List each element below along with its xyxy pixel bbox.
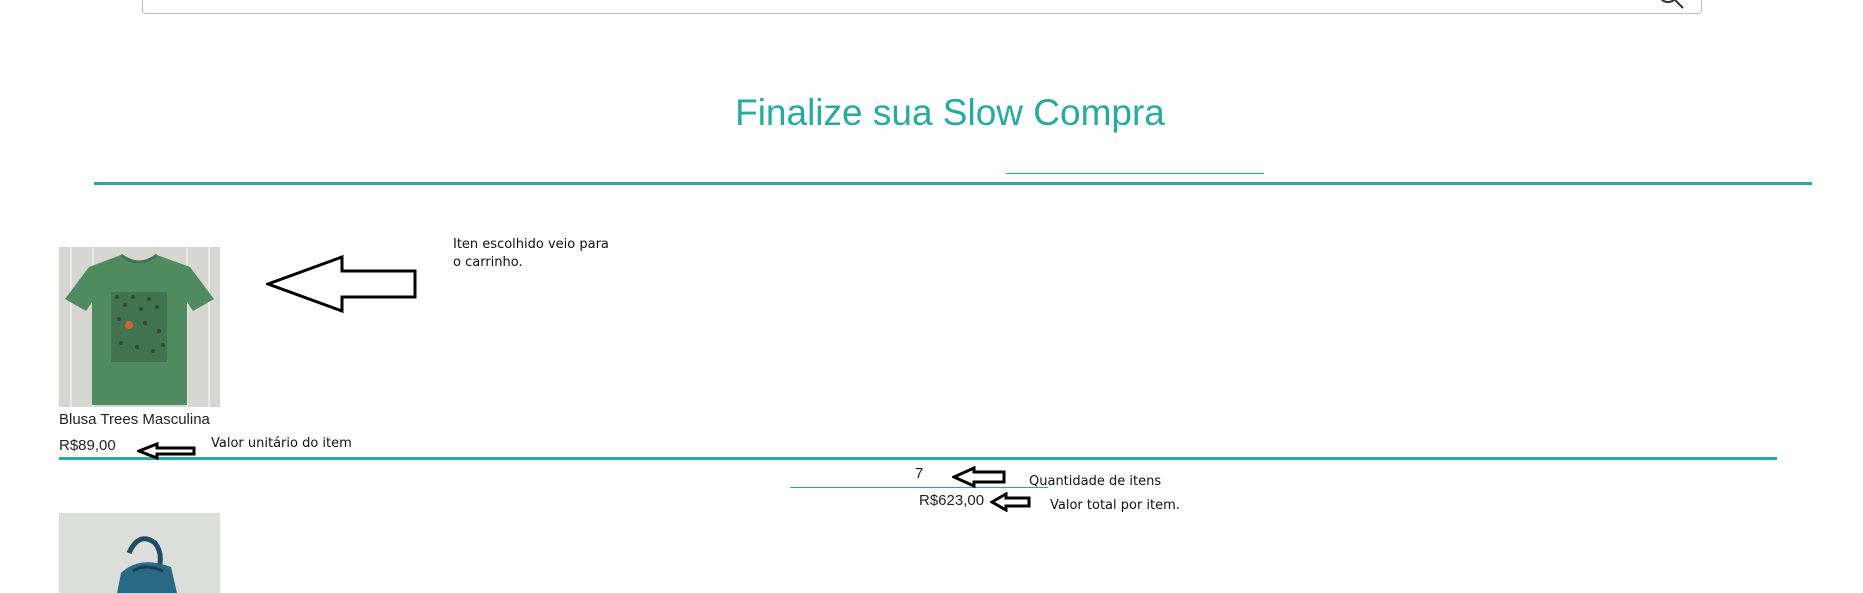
green-tshirt-image [59, 247, 220, 407]
line-total: R$623,00 [919, 492, 985, 509]
section-divider [94, 182, 1812, 185]
title-underline [1006, 173, 1264, 174]
product-image[interactable] [59, 247, 220, 407]
product-image[interactable] [59, 513, 220, 593]
quantity-annotation: Quantidade de itens [1029, 474, 1162, 489]
quantity-value[interactable]: 7 [915, 465, 923, 482]
unit-price-annotation: Valor unitário do item [211, 436, 352, 451]
left-arrow-icon [137, 442, 197, 460]
left-arrow-icon [952, 466, 1007, 488]
page-title: Finalize sua Slow Compra [735, 92, 1165, 133]
blue-bag-image [59, 513, 220, 593]
cart-annotation: Iten escolhido veio para o carrinho. [453, 237, 609, 270]
quantity-underline [790, 487, 1048, 488]
search-icon[interactable] [1657, 0, 1687, 13]
item-divider [59, 457, 1777, 460]
product-name[interactable]: Blusa Trees Masculina [59, 411, 210, 428]
product-unit-price: R$89,00 [59, 437, 116, 454]
left-arrow-icon [266, 254, 418, 314]
search-input[interactable]: ​ [142, 0, 1702, 14]
left-arrow-icon [990, 492, 1032, 512]
line-total-annotation: Valor total por item. [1050, 498, 1180, 513]
